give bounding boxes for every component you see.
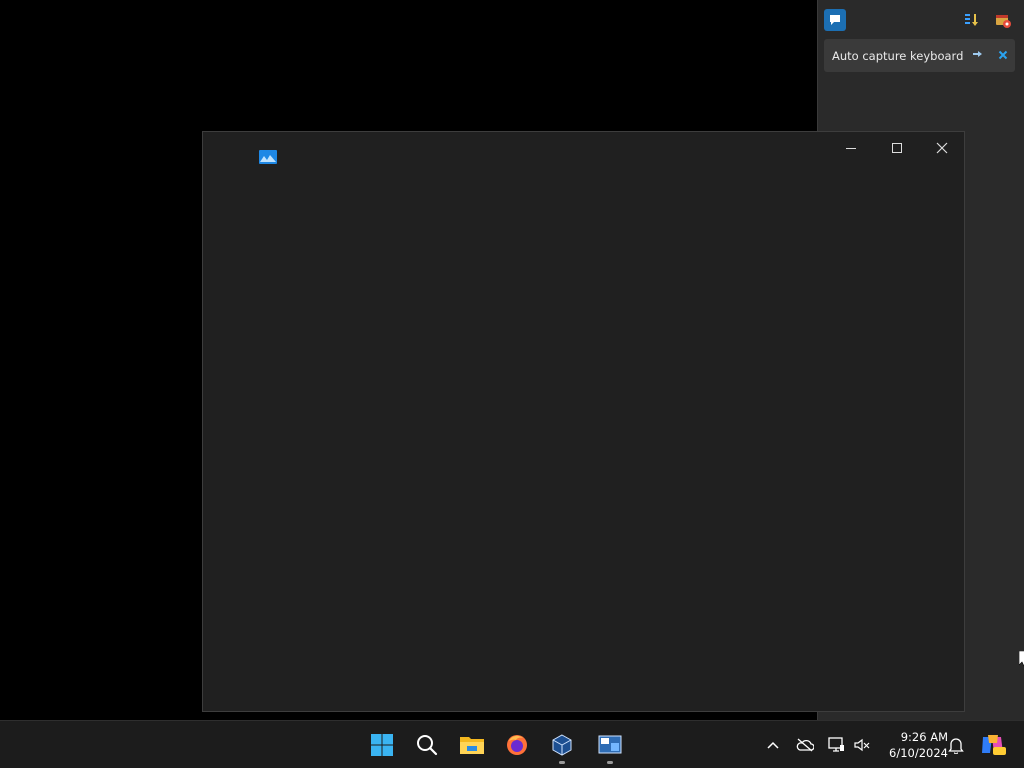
firefox-button[interactable] [499,727,535,763]
minimize-icon [846,148,856,149]
running-indicator [559,761,565,764]
minimize-button[interactable] [829,134,873,162]
vm-tool-icon [598,735,622,754]
onedrive-icon[interactable] [795,735,815,755]
running-indicator [607,761,613,764]
copilot-icon[interactable] [980,732,1006,758]
close-icon [936,142,948,154]
file-explorer-button[interactable] [454,727,490,763]
network-icon[interactable] [826,735,846,755]
chat-icon[interactable] [824,9,846,31]
file-explorer-icon [460,737,484,754]
maximize-icon [892,143,902,153]
start-button[interactable] [364,727,400,763]
virtualbox-button[interactable] [544,727,580,764]
sort-icon[interactable] [961,9,983,31]
clock-date: 6/10/2024 [889,746,948,760]
panel-header [818,0,1024,40]
app-icon [259,149,277,164]
firefox-icon [507,735,527,755]
search-button[interactable] [409,727,445,763]
virtualbox-icon [552,734,572,756]
toast-text: Auto capture keyboard ... [832,48,964,63]
chevron-up-icon[interactable] [763,735,783,755]
search-icon [417,735,438,756]
start-icon [371,734,393,756]
toast-notification[interactable]: Auto capture keyboard ... [824,39,1015,72]
vm-tool-button[interactable] [592,727,628,764]
pin-icon[interactable] [970,47,986,63]
notification-bell-icon[interactable] [946,735,966,755]
volume-muted-icon[interactable] [852,735,872,755]
clock-time: 9:26 AM [900,730,948,744]
system-clock[interactable]: 9:26 AM 6/10/2024 [878,729,948,761]
maximize-button[interactable] [875,134,919,162]
taskbar: 9:26 AM 6/10/2024 [0,720,1024,768]
mouse-cursor [1018,650,1024,669]
main-window[interactable] [202,131,965,712]
settings-icon[interactable] [992,9,1014,31]
close-icon[interactable] [995,47,1011,63]
close-button[interactable] [920,134,964,162]
